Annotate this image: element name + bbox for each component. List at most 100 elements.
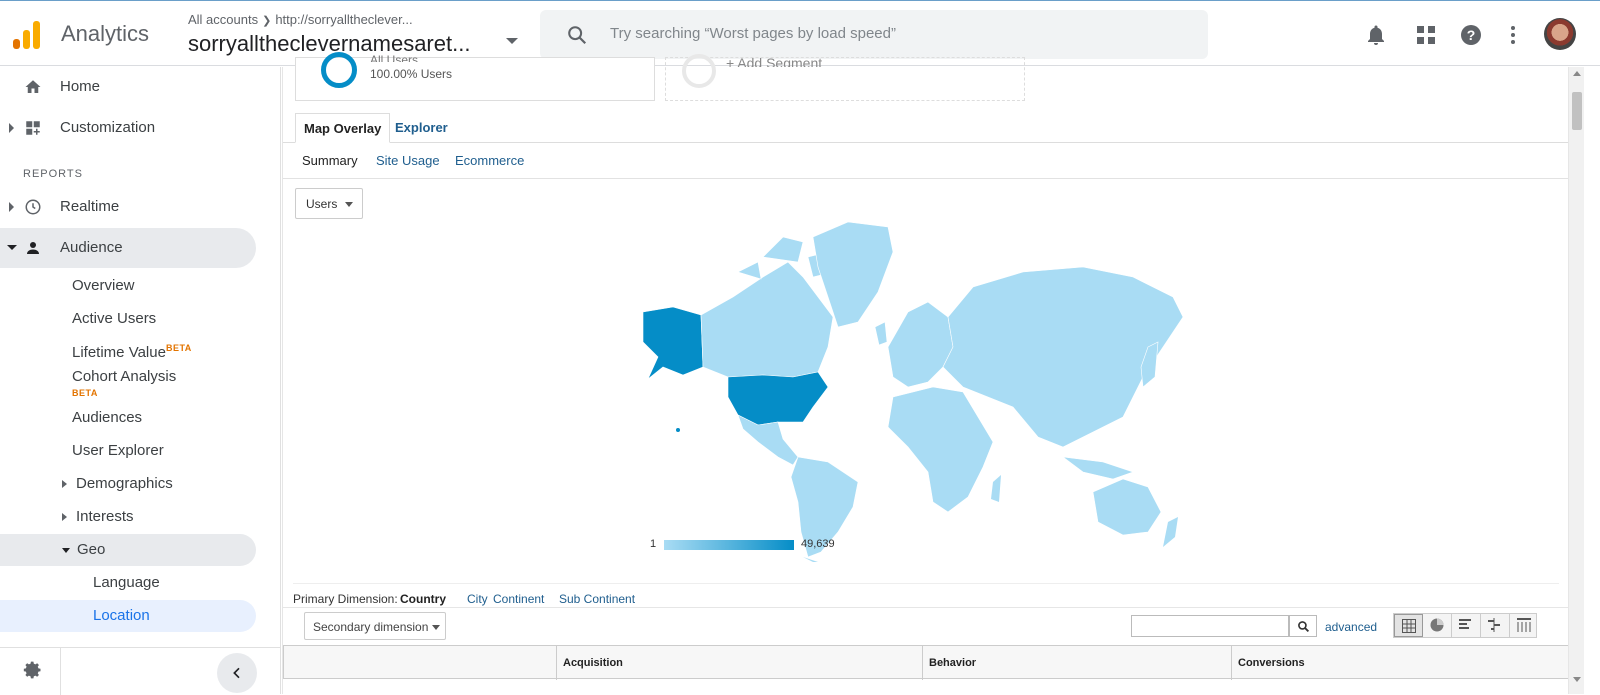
dimension-sub-continent[interactable]: Sub Continent [559,592,635,606]
home-icon [25,80,41,93]
search-icon [1298,621,1310,633]
comparison-view-button[interactable] [1481,614,1510,637]
beta-badge: BETA [72,388,98,398]
table-view-button[interactable] [1394,614,1423,637]
metric-select[interactable]: Users [295,188,363,219]
scroll-down-arrow-icon[interactable] [1573,677,1581,682]
legend-max: 49,639 [801,538,835,550]
subtab-ecommerce[interactable]: Ecommerce [455,153,524,168]
map-region-alaska[interactable] [643,306,704,380]
pie-view-button[interactable] [1423,614,1452,637]
table-header-dimension [284,646,556,680]
nav-active-users[interactable]: Active Users [72,303,156,335]
view-tabs: Map Overlay Explorer [283,113,1569,143]
expand-arrow-icon[interactable] [9,202,14,212]
table-header-acquisition: Acquisition [556,646,922,680]
nav-overview[interactable]: Overview [72,270,135,302]
avatar[interactable] [1544,18,1576,50]
map-region-europe[interactable] [887,301,954,388]
nav-geo[interactable]: Geo [0,534,256,566]
map-region-southeast-asia[interactable] [1061,456,1134,480]
nav-audience[interactable]: Audience [0,228,256,268]
metric-select-value: Users [306,197,338,211]
nav-realtime[interactable]: Realtime [0,187,256,227]
apps-icon[interactable] [1414,23,1438,47]
expand-arrow-icon[interactable] [62,480,67,488]
map-region-usa[interactable] [727,371,829,426]
map-region-new-zealand[interactable] [1163,517,1178,547]
divider [60,648,61,695]
collapse-arrow-icon[interactable] [7,245,17,250]
legend-color-scale [664,540,794,550]
nav-customization-label: Customization [60,119,156,136]
search-icon[interactable] [566,24,588,46]
nav-audiences[interactable]: Audiences [72,402,142,434]
map-region-south-tip [803,557,818,562]
map-region-canada[interactable] [700,261,834,378]
bell-icon[interactable] [1364,23,1388,47]
tab-explorer[interactable]: Explorer [387,113,456,143]
map-region-australia[interactable] [1092,478,1162,536]
help-icon[interactable]: ? [1459,23,1483,47]
metric-group-tabs: Summary Site Usage Ecommerce [283,143,1569,179]
expand-arrow-icon[interactable] [62,513,67,521]
nav-customization[interactable]: Customization [0,108,256,148]
nav-home[interactable]: Home [0,67,256,107]
nav-user-explorer[interactable]: User Explorer [72,435,164,467]
settings-gear-icon[interactable] [23,660,43,680]
tab-map-overlay[interactable]: Map Overlay [295,113,391,143]
breadcrumb-all-accounts[interactable]: All accounts [188,12,258,27]
view-switcher [1393,613,1537,638]
collapse-sidebar-button[interactable] [217,653,257,693]
legend-min: 1 [650,538,657,550]
advanced-filter-link[interactable]: advanced [1325,620,1377,634]
segment-title: All Users [370,53,419,62]
cohort-analysis-label: Cohort Analysis [72,368,177,385]
table-header-conversions: Conversions [1231,646,1568,680]
analytics-logo-icon[interactable] [13,19,41,49]
svg-text:?: ? [1467,27,1476,43]
nav-location[interactable]: Location [0,600,256,632]
add-segment-card[interactable]: + Add Segment [665,54,1025,101]
dropdown-caret-icon[interactable] [506,38,518,44]
primary-dimension-bar: Primary Dimension: Country City Continen… [293,583,1559,607]
map-region-hawaii[interactable] [676,428,680,432]
scrollbar-thumb[interactable] [1572,92,1582,130]
demographics-label: Demographics [76,475,173,492]
primary-dimension-label: Primary Dimension: [293,592,398,606]
segment-card-all-users[interactable]: All Users 100.00% Users [295,52,655,101]
map-region-madagascar[interactable] [991,475,1001,502]
nav-language[interactable]: Language [93,567,160,599]
page-scrollbar[interactable] [1568,67,1584,694]
property-selector[interactable]: sorryalltheclevernamesaret... [188,31,470,57]
dimension-continent[interactable]: Continent [493,592,544,606]
breadcrumb[interactable]: All accounts ❯ http://sorryalltheclever... [188,12,413,27]
map-region-uk[interactable] [874,321,888,346]
breadcrumb-url[interactable]: http://sorryalltheclever... [275,12,412,27]
secondary-dimension-dropdown[interactable]: Secondary dimension [304,612,446,640]
collapse-arrow-icon[interactable] [62,547,70,553]
search-bar[interactable] [540,10,1208,59]
nav-lifetime-value[interactable]: Lifetime ValueBETA [72,336,192,368]
nav-cohort-analysis[interactable]: Cohort Analysis BETA [72,367,176,399]
person-icon [27,242,39,254]
map-region-africa[interactable] [887,386,994,513]
dimension-city[interactable]: City [467,592,488,606]
nav-interests[interactable]: Interests [62,501,134,533]
scroll-up-arrow-icon[interactable] [1573,71,1581,76]
main-content: All Users 100.00% Users + Add Segment Ma… [282,52,1569,694]
more-vert-icon[interactable] [1501,23,1525,47]
dimension-country[interactable]: Country [400,592,446,606]
world-map[interactable] [643,217,1213,562]
expand-arrow-icon[interactable] [9,123,14,133]
search-input[interactable] [610,25,1170,42]
subtab-summary[interactable]: Summary [302,153,358,168]
nav-demographics[interactable]: Demographics [62,468,173,500]
subtab-site-usage[interactable]: Site Usage [376,153,440,168]
geo-label: Geo [77,541,106,558]
brand-name[interactable]: Analytics [61,21,149,47]
pivot-view-button[interactable] [1510,614,1539,637]
table-search-button[interactable] [1289,615,1317,637]
table-search-input[interactable] [1131,615,1289,637]
performance-view-button[interactable] [1452,614,1481,637]
